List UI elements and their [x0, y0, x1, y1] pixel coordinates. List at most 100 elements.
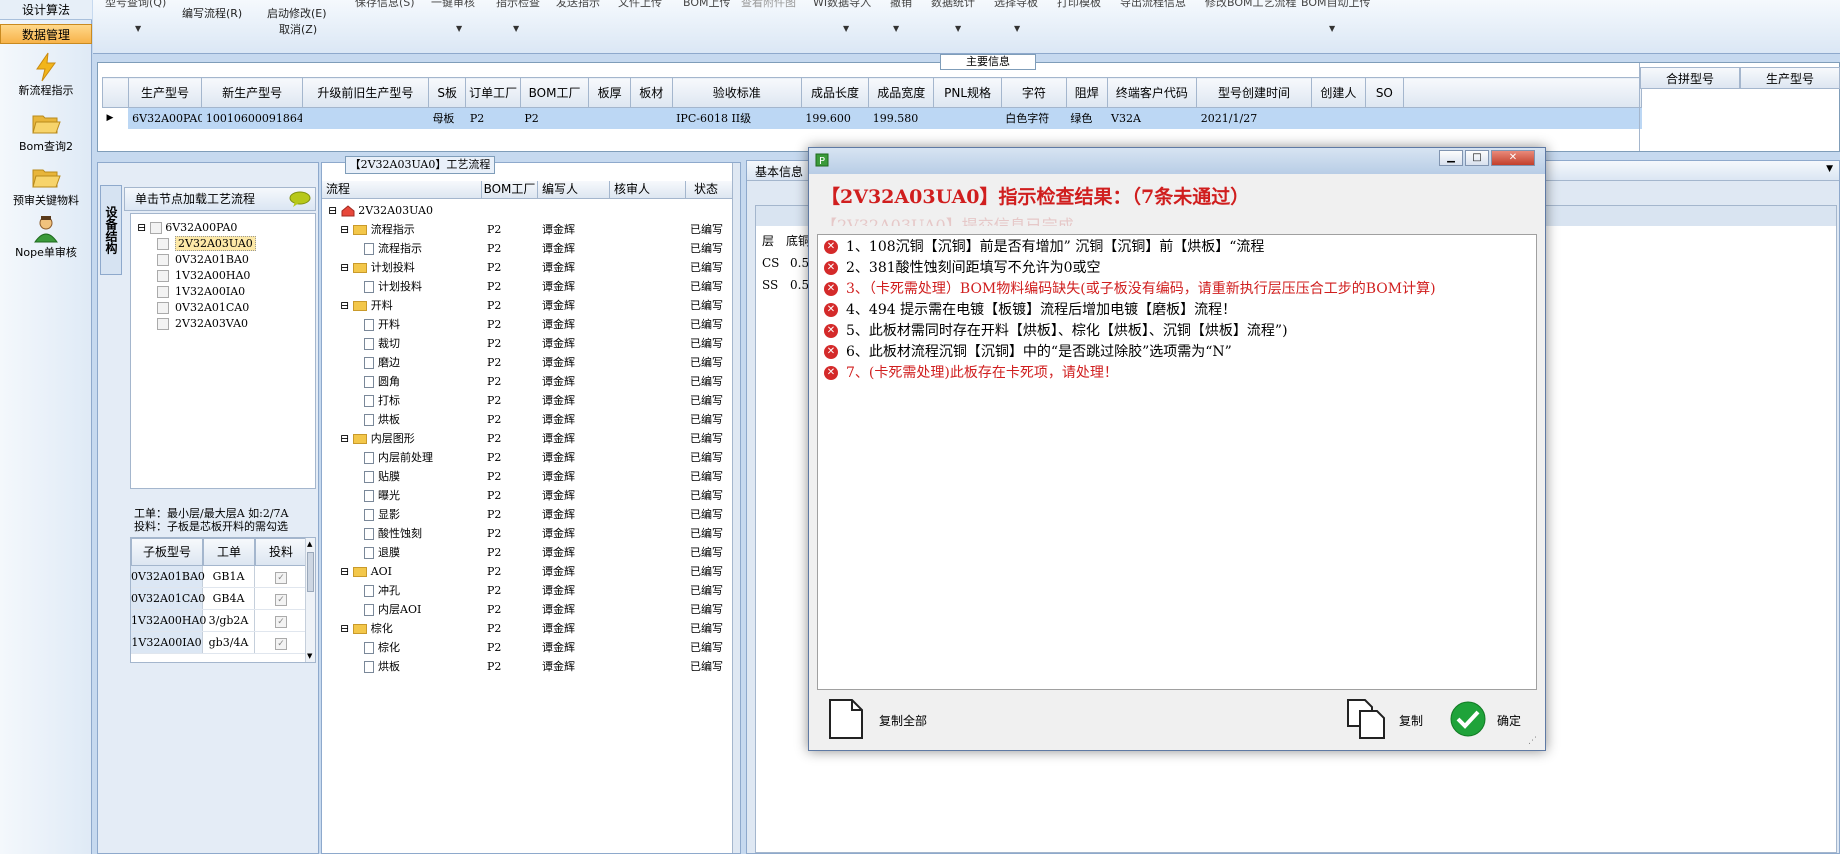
col-header[interactable]: 字符 [1000, 77, 1067, 108]
collapse-icon[interactable]: ⊟ [340, 261, 353, 274]
sub-col-header[interactable]: 子板型号 [131, 538, 203, 566]
start-edit-button[interactable]: 启动修改(E) [267, 5, 327, 21]
chevron-down-icon[interactable]: ▼ [1014, 24, 1020, 33]
chevron-down-icon[interactable]: ▼ [456, 24, 462, 33]
table-cell[interactable] [630, 107, 673, 129]
message-item[interactable]: ✕ 2、381酸性蚀刻间距填写不允许为0或空 [824, 258, 1101, 279]
checkbox-icon[interactable] [149, 222, 162, 234]
process-row[interactable]: 内层AOI P2 谭金辉 已编写 [322, 600, 732, 619]
process-row[interactable]: ⊟ 流程指示 P2 谭金辉 已编写 [322, 220, 732, 239]
process-row[interactable]: 磨边 P2 谭金辉 已编写 [322, 353, 732, 372]
vertical-tab-structure[interactable]: 设备结构 [100, 185, 122, 275]
nav-design-algo[interactable]: 设计算法 [0, 0, 92, 20]
chevron-down-icon[interactable]: ▼ [843, 24, 849, 33]
message-item[interactable]: ✕ 7、(卡死需处理)此板存在卡死项，请处理！ [824, 363, 1118, 384]
table-cell[interactable] [933, 107, 1002, 129]
tb-modify-bom[interactable]: 修改BOM工艺流程 [1205, 0, 1297, 10]
tb-revoke[interactable]: 撤销 [890, 0, 912, 10]
table-cell[interactable] [302, 107, 429, 129]
nav-item-new-flow[interactable]: 新流程指示 [0, 52, 92, 98]
process-row[interactable]: 显影 P2 谭金辉 已编写 [322, 505, 732, 524]
col-header[interactable]: 型号创建时间 [1196, 77, 1312, 108]
checkbox-icon[interactable]: ✓ [275, 616, 287, 628]
process-row[interactable]: 烘板 P2 谭金辉 已编写 [322, 657, 732, 676]
nav-item-bom-query[interactable]: Bom查询2 [0, 108, 92, 154]
checkbox-icon[interactable]: ✓ [275, 572, 287, 584]
col-header[interactable]: 板材 [629, 77, 673, 108]
process-row[interactable]: 冲孔 P2 谭金辉 已编写 [322, 581, 732, 600]
process-row[interactable]: 内层前处理 P2 谭金辉 已编写 [322, 448, 732, 467]
process-row[interactable]: 退膜 P2 谭金辉 已编写 [322, 543, 732, 562]
process-root-node[interactable]: ⊟ 2V32A03UA0 [328, 201, 728, 220]
col-header[interactable]: 阻焊 [1065, 77, 1108, 108]
checkbox-icon[interactable] [157, 302, 169, 314]
message-item[interactable]: ✕ 4、494 提示需在电镀【板镀】流程后增加电镀【磨板】流程！ [824, 300, 1236, 321]
table-cell[interactable]: 199.600 [801, 107, 869, 129]
tb-attach[interactable]: 查看附件图 [741, 0, 796, 10]
table-cell[interactable]: 6V32A00PA0 [128, 107, 202, 129]
process-row[interactable]: ⊟ 计划投料 P2 谭金辉 已编写 [322, 258, 732, 277]
col-header[interactable]: 生产型号 [127, 77, 203, 108]
process-row[interactable]: ⊟ AOI P2 谭金辉 已编写 [322, 562, 732, 581]
process-row[interactable]: 打标 P2 谭金辉 已编写 [322, 391, 732, 410]
col-header[interactable]: 成品宽度 [868, 77, 935, 108]
col-header[interactable]: PNL规格 [933, 77, 1002, 108]
col-header[interactable]: 成品长度 [800, 77, 870, 108]
chevron-down-icon[interactable]: ▼ [1826, 164, 1833, 174]
process-row[interactable]: 烘板 P2 谭金辉 已编写 [322, 410, 732, 429]
table-cell[interactable]: 白色字符 [1001, 107, 1067, 129]
resize-grip-icon[interactable]: ⋰ [1528, 736, 1537, 746]
process-row[interactable]: 棕化 P2 谭金辉 已编写 [322, 638, 732, 657]
tb-upload[interactable]: 文件上传 [618, 0, 662, 10]
col-header[interactable]: 升级前旧生产型号 [301, 77, 429, 108]
process-row[interactable]: 流程指示 P2 谭金辉 已编写 [322, 239, 732, 258]
tb-export[interactable]: 导出流程信息 [1120, 0, 1186, 10]
col-header[interactable]: 验收标准 [671, 77, 802, 108]
tb-bom-upload[interactable]: BOM上传 [683, 0, 731, 10]
process-row[interactable]: 圆角 P2 谭金辉 已编写 [322, 372, 732, 391]
process-row[interactable]: ⊟ 内层图形 P2 谭金辉 已编写 [322, 429, 732, 448]
layer-col-header[interactable]: 层 [762, 232, 774, 249]
col-header[interactable]: 创建人 [1310, 77, 1367, 108]
nav-data-mgmt[interactable]: 数据管理 [0, 24, 92, 44]
table-row[interactable]: 0V32A01CA0 GB4A ✓ [131, 588, 307, 610]
table-cell[interactable]: V32A [1107, 107, 1197, 129]
process-row[interactable]: 开料 P2 谭金辉 已编写 [322, 315, 732, 334]
process-row[interactable]: 曝光 P2 谭金辉 已编写 [322, 486, 732, 505]
table-cell[interactable]: 10010600091864 [201, 107, 303, 129]
scroll-down-icon[interactable]: ▼ [307, 652, 312, 660]
cancel-button[interactable]: 取消(Z) [279, 21, 317, 37]
merge-col-header[interactable]: 生产型号 [1740, 67, 1840, 89]
col-header[interactable]: 板厚 [588, 77, 631, 108]
table-cell[interactable]: 2021/1/27 [1196, 107, 1312, 129]
table-row[interactable]: 1V32A00HA0 3/gb2A ✓ [131, 610, 307, 632]
col-header[interactable]: 新生产型号 [201, 77, 303, 108]
tb-check[interactable]: 指示检查 [496, 0, 540, 10]
tb-one-key-audit[interactable]: 一键审核 [431, 0, 475, 10]
base-col-header[interactable]: 底铜 [786, 232, 810, 249]
tree-node[interactable]: 2V32A03VA0 [157, 314, 248, 333]
tb-select[interactable]: 选择导板 [994, 0, 1038, 10]
message-item[interactable]: ✕ 5、此板材需同时存在开料【烘板】、棕化【烘板】、沉铜【烘板】流程”) [824, 321, 1288, 342]
process-col-header[interactable]: BOM工厂 [482, 181, 538, 198]
chevron-down-icon[interactable]: ▼ [1329, 24, 1335, 33]
message-item[interactable]: ✕ 1、108沉铜【沉铜】前是否有增加” 沉铜【沉铜】前【烘板】“流程 [824, 237, 1264, 258]
write-flow-button[interactable]: 编写流程(R) [182, 5, 242, 21]
ok-button[interactable]: 确定 [1449, 700, 1529, 740]
table-cell[interactable]: 母板 [428, 107, 466, 129]
nav-item-nope-audit[interactable]: Nope单审核 [0, 214, 92, 260]
process-col-header[interactable]: 编写人 [538, 181, 610, 198]
merge-col-header[interactable]: 合拼型号 [1640, 67, 1740, 89]
tb-send[interactable]: 发送指示 [556, 0, 600, 10]
col-header[interactable]: 订单工厂 [465, 77, 521, 108]
chevron-down-icon[interactable]: ▼ [893, 24, 899, 33]
col-header[interactable]: BOM工厂 [519, 77, 590, 108]
table-row[interactable]: 1V32A00IA0 gb3/4A ✓ [131, 632, 307, 654]
tab-basic-info[interactable]: 基本信息 [755, 163, 803, 180]
message-item[interactable]: ✕ 3、（卡死需处理）BOM物料编码缺失(或子板没有编码，请重新执行层压压合工步的… [824, 279, 1436, 300]
process-col-header[interactable]: 状态 [686, 181, 736, 198]
tb-wi-import[interactable]: WI数据导入 [813, 0, 871, 10]
maximize-button[interactable]: □ [1465, 150, 1489, 166]
checkbox-icon[interactable] [157, 286, 169, 298]
tb-model-query[interactable]: 型号查询(Q) [105, 0, 166, 10]
